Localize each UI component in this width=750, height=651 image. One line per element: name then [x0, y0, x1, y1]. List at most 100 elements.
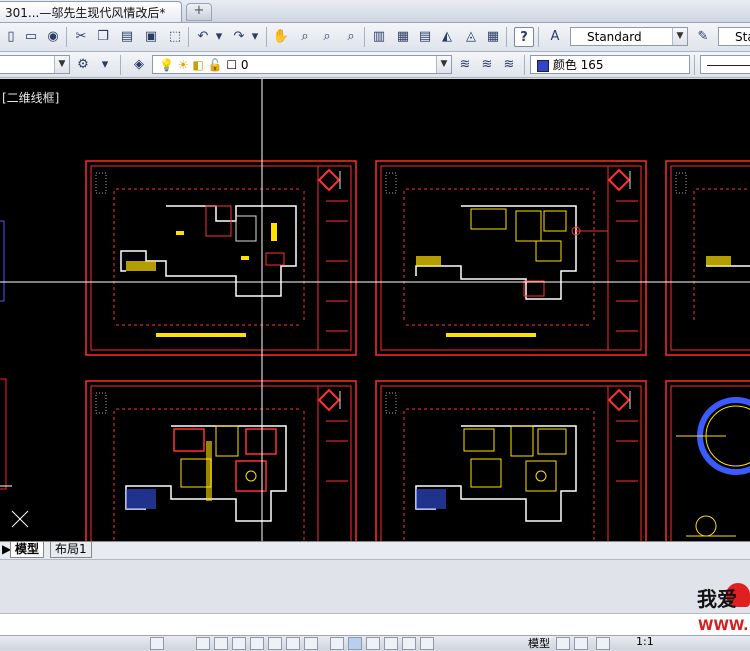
- text-style-value: Standard: [587, 30, 642, 44]
- ortho-icon[interactable]: [214, 637, 228, 650]
- dyn-icon[interactable]: [304, 637, 318, 650]
- command-history[interactable]: [0, 559, 750, 614]
- toolbar-divider: [538, 27, 539, 47]
- am-icon[interactable]: [384, 637, 398, 650]
- zoom-previous-icon[interactable]: ⌕: [342, 27, 360, 45]
- layers-toolbar: ▼ ⚙ ▾ ◈ 💡 ☀ ◧ 🔓 ☐ 0 ▼ ≋ ≋ ≋ 颜色 165: [0, 52, 750, 78]
- pan-status-icon[interactable]: [596, 637, 610, 650]
- command-input[interactable]: [0, 613, 750, 636]
- lock-ui-icon[interactable]: [402, 637, 416, 650]
- layer-properties-icon[interactable]: ◈: [130, 55, 148, 73]
- markup-icon[interactable]: ◬: [462, 27, 480, 45]
- drawing-sheet-6: [665, 380, 750, 541]
- drawing-canvas[interactable]: [二维线框]: [0, 79, 750, 541]
- quick-view-drawings-icon[interactable]: [574, 637, 588, 650]
- lock-icon: 🔓: [207, 58, 223, 72]
- linetype-select[interactable]: [700, 55, 750, 74]
- document-tab[interactable]: 301...—邬先生现代风情改后*: [0, 1, 182, 22]
- workspace-select[interactable]: ▼: [0, 55, 70, 74]
- pan-icon[interactable]: ✋: [272, 27, 290, 45]
- toolbar-divider: [524, 55, 525, 75]
- watermark-url: WWW.: [698, 618, 749, 634]
- match-properties-icon[interactable]: ▣: [142, 27, 160, 45]
- redo-icon[interactable]: ↷: [230, 27, 248, 45]
- properties-icon[interactable]: ▥: [370, 27, 388, 45]
- chevron-down-icon: ▼: [54, 56, 69, 73]
- drawing-sheet-4: [85, 380, 357, 541]
- status-bar: 模型 1:1: [0, 635, 750, 650]
- make-current-layer-icon[interactable]: ≋: [456, 55, 474, 73]
- new-tab-button[interactable]: +: [186, 3, 212, 21]
- left-partial-frame: [0, 378, 7, 490]
- sun-icon: ☀: [177, 58, 189, 72]
- dimension-style-select[interactable]: Sta: [718, 27, 750, 46]
- undo-icon[interactable]: ↶: [194, 27, 212, 45]
- new-file-icon[interactable]: ▯: [2, 27, 20, 45]
- cad-drawing: [0, 79, 750, 541]
- color-control-select[interactable]: 颜色 165: [530, 55, 690, 74]
- drawing-sheet-2: [375, 160, 647, 356]
- drawing-sheet-5: [375, 380, 647, 541]
- toolbar-divider: [506, 27, 507, 47]
- toolbar-divider: [364, 27, 365, 47]
- sheet-set-icon[interactable]: ◭: [438, 27, 456, 45]
- text-style-icon[interactable]: A: [546, 27, 564, 45]
- tool-palettes-icon[interactable]: ▤: [416, 27, 434, 45]
- quick-view-layouts-icon[interactable]: [556, 637, 570, 650]
- sc-icon[interactable]: [366, 637, 380, 650]
- otrack-icon[interactable]: [268, 637, 282, 650]
- linetype-line: [707, 65, 750, 66]
- tab-model[interactable]: 模型: [10, 542, 45, 558]
- color-label: 颜色 165: [552, 58, 604, 72]
- grid-icon[interactable]: [150, 637, 164, 650]
- standard-toolbar: ▯ ▭ ◉ ✂ ❐ ▤ ▣ ⬚ ↶ ▾ ↷ ▾ ✋ ⌕ ⌕ ⌕ ▥ ▦ ▤ ◭ …: [0, 23, 750, 52]
- lineweight-icon[interactable]: [330, 637, 344, 650]
- toolbar-divider: [694, 55, 695, 75]
- zoom-window-icon[interactable]: ⌕: [318, 27, 336, 45]
- design-center-icon[interactable]: ▦: [394, 27, 412, 45]
- toolbar-divider: [66, 27, 67, 47]
- calculator-icon[interactable]: ▦: [484, 27, 502, 45]
- polar-icon[interactable]: [232, 637, 246, 650]
- copy-icon[interactable]: ❐: [94, 27, 112, 45]
- qp-icon[interactable]: [348, 637, 362, 650]
- cut-icon[interactable]: ✂: [72, 27, 90, 45]
- chevron-down-icon[interactable]: ▾: [214, 27, 224, 45]
- dimension-style-icon[interactable]: ✎: [694, 27, 712, 45]
- snap-icon[interactable]: [196, 637, 210, 650]
- layer-color-box: ☐: [226, 58, 238, 72]
- drawing-sheet-1: [85, 160, 357, 356]
- dimension-style-value: Sta: [735, 30, 750, 44]
- drawing-sheet-3: [665, 160, 750, 356]
- layer-value: 0: [240, 58, 249, 72]
- osnap-icon[interactable]: [250, 637, 264, 650]
- layer-states-icon[interactable]: ≋: [500, 55, 518, 73]
- transparency-icon[interactable]: [420, 637, 434, 650]
- dropdown-icon[interactable]: ▾: [96, 55, 114, 73]
- zoom-realtime-icon[interactable]: ⌕: [296, 27, 314, 45]
- document-tab-strip: 301...—邬先生现代风情改后* +: [0, 0, 750, 23]
- chevron-down-icon: ▼: [672, 28, 687, 45]
- layout-tab-bar: ▶ 模型 布局1: [0, 541, 750, 559]
- left-partial-frame: [0, 220, 5, 302]
- ducs-icon[interactable]: [286, 637, 300, 650]
- publish-icon[interactable]: ◉: [44, 27, 62, 45]
- annotation-scale[interactable]: 1:1: [636, 635, 654, 648]
- help-icon[interactable]: ?: [514, 27, 534, 47]
- toolbar-divider: [188, 27, 189, 47]
- chevron-down-icon[interactable]: ▾: [250, 27, 260, 45]
- tab-layout1[interactable]: 布局1: [50, 542, 92, 558]
- open-file-icon[interactable]: ▭: [22, 27, 40, 45]
- document-tab-title: 301...—邬先生现代风情改后*: [5, 6, 166, 20]
- settings-gear-icon[interactable]: ⚙: [74, 55, 92, 73]
- layer-previous-icon[interactable]: ≋: [478, 55, 496, 73]
- layer-select[interactable]: 💡 ☀ ◧ 🔓 ☐ 0 ▼: [152, 55, 452, 74]
- toolbar-divider: [266, 27, 267, 47]
- color-swatch-icon: ◧: [192, 58, 204, 72]
- block-editor-icon[interactable]: ⬚: [166, 27, 184, 45]
- lightbulb-icon: 💡: [159, 58, 174, 72]
- color-swatch: [537, 59, 549, 72]
- text-style-select[interactable]: Standard ▼: [570, 27, 688, 46]
- paste-icon[interactable]: ▤: [118, 27, 136, 45]
- toolbar-divider: [120, 55, 121, 75]
